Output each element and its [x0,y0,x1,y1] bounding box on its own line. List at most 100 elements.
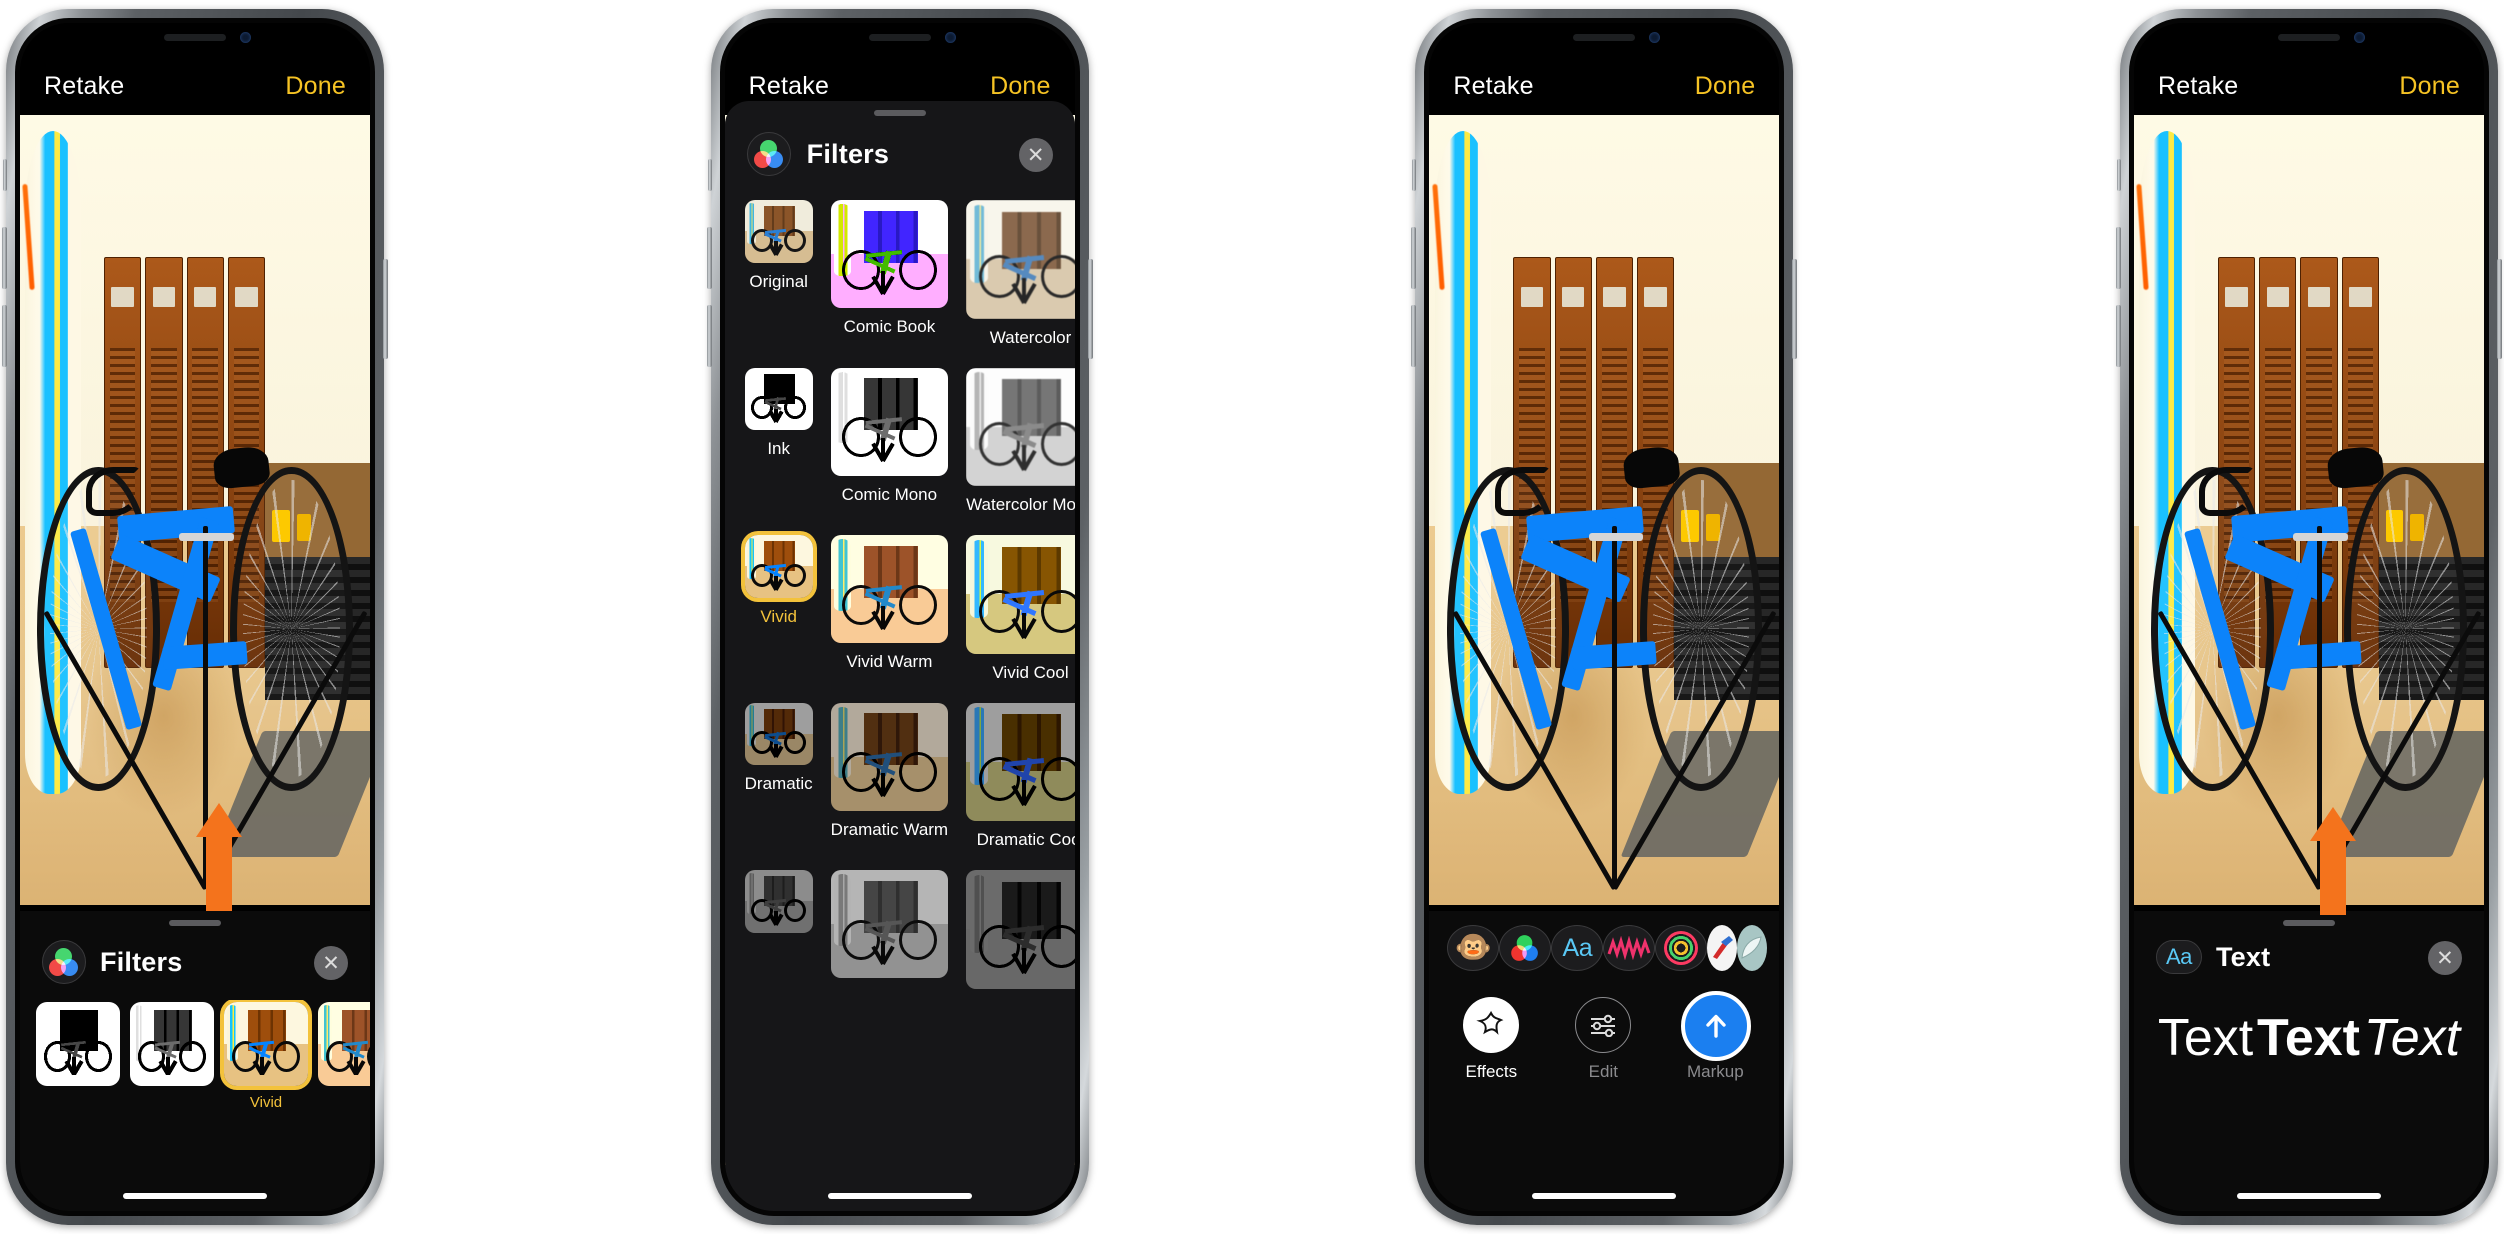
volume-up-button[interactable] [2,227,7,289]
retake-button[interactable]: Retake [2158,72,2238,101]
silent-switch[interactable] [2116,159,2121,191]
text-aa-icon[interactable]: Aa [2155,940,2202,974]
power-button[interactable] [1087,259,1093,359]
filters-rgb-icon[interactable] [1499,925,1552,971]
memoji-icon[interactable]: 🐵 [1447,925,1500,971]
home-indicator[interactable] [123,1193,267,1199]
retake-button[interactable]: Retake [44,72,124,101]
power-button[interactable] [383,259,388,359]
home-indicator[interactable] [827,1193,972,1199]
close-icon[interactable]: ✕ [314,946,348,980]
text-style-samples[interactable]: Text Text Text [2134,990,2484,1108]
filter-cell-dramatic-cool[interactable]: Dramatic Cool [966,702,1075,867]
filter-label: Vivid Cool [992,662,1069,682]
volume-down-button[interactable] [2115,305,2121,367]
text-sample-bold[interactable]: Text [2257,1008,2360,1068]
feather-icon[interactable] [1737,925,1768,971]
filter-label: Dramatic [744,774,813,794]
sliders-icon [1575,997,1632,1053]
power-button[interactable] [1792,259,1798,359]
power-button[interactable] [2496,259,2502,359]
filter-cell-vivid-cool[interactable]: Vivid Cool [966,535,1075,699]
filters-modal: Filters ✕ Original Comic Book Watercolor… [724,101,1075,1211]
filter-label: Vivid Warm [846,652,933,672]
retake-button[interactable]: Retake [1453,72,1533,101]
phone-2: Retake Done Filters ✕ Original Comic Boo… [706,9,1093,1225]
done-button[interactable]: Done [285,72,346,101]
volume-up-button[interactable] [1411,227,1417,289]
volume-down-button[interactable] [2,305,7,367]
phone-3: Retake Done 🐵 Aa Effects Edit Markup [1411,9,1798,1225]
photo-preview[interactable] [2133,115,2484,905]
filter-cell-original[interactable]: Original [744,200,813,364]
filter-cell-vivid[interactable]: Vivid [744,535,813,699]
filter-label: Vivid [760,606,797,626]
filter-strip-item[interactable] [36,1002,120,1111]
filter-strip[interactable]: Vivid [20,1000,370,1111]
filter-strip-item[interactable] [130,1002,214,1111]
phone-1-screen: Retake Done Filters ✕ Vivid [20,23,370,1211]
photo-preview[interactable] [1429,115,1780,905]
filter-cell-silvertone[interactable] [830,870,949,1014]
text-sample-regular[interactable]: Text [2158,1008,2253,1068]
filter-label: Comic Mono [841,484,938,504]
silent-switch[interactable] [1412,159,1417,191]
filter-label: Ink [767,439,790,459]
silent-switch[interactable] [3,159,7,191]
filter-cell-watercolor-mono[interactable]: Watercolor Mono [966,367,1075,532]
done-button[interactable]: Done [990,72,1051,101]
edit-label: Edit [1588,1062,1618,1081]
front-camera [240,32,251,43]
retake-button[interactable]: Retake [749,72,829,101]
phone-3-screen: Retake Done 🐵 Aa Effects Edit Markup [1429,23,1780,1211]
photo-preview[interactable] [20,115,370,905]
text-aa-icon[interactable]: Aa [1551,925,1604,971]
pointer-arrow-up-icon [2309,807,2356,915]
activity-rings-icon[interactable] [1655,925,1708,971]
filter-strip-item[interactable] [318,1002,370,1111]
filters-grid-scroll[interactable]: Original Comic Book Watercolor Ink Comic… [725,194,1075,1194]
effects-label: Effects [1465,1062,1518,1081]
filters-rgb-icon[interactable] [746,132,791,176]
filter-label: Comic Book [843,317,936,337]
screenshot-stage: Retake Done Filters ✕ Vivid Retake Done … [0,0,2504,1234]
front-camera [2353,32,2365,43]
phone-4: Retake Done Aa Text ✕ Text Text Text [2115,9,2502,1225]
filter-cell-comic-book[interactable]: Comic Book [830,200,949,364]
home-indicator[interactable] [1532,1193,1677,1199]
effects-tool[interactable]: Effects [1455,997,1527,1082]
filter-strip-item-vivid[interactable]: Vivid [224,1002,308,1111]
shapes-squiggle-icon[interactable] [1603,925,1656,971]
filter-cell-dramatic[interactable]: Dramatic [744,702,813,867]
filter-cell-vivid-warm[interactable]: Vivid Warm [830,535,949,699]
filters-rgb-icon[interactable] [42,940,86,984]
text-sample-italic[interactable]: Text [2364,1008,2460,1068]
notch [1520,23,1689,52]
send-arrow-up-icon[interactable] [1681,991,1752,1061]
close-icon[interactable]: ✕ [2427,941,2462,975]
volume-down-button[interactable] [706,305,712,367]
filter-cell-comic-mono[interactable]: Comic Mono [830,367,949,532]
volume-up-button[interactable] [2115,227,2121,289]
pointer-arrow-up-icon [196,803,242,911]
edit-tool[interactable]: Edit [1567,997,1639,1082]
filter-cell-ink[interactable]: Ink [744,367,813,532]
app-strip[interactable]: 🐵 Aa [1429,911,1779,979]
filter-cell-dramatic-warm[interactable]: Dramatic Warm [830,702,949,867]
done-button[interactable]: Done [1695,72,1756,101]
filter-cell-mono[interactable] [744,870,813,1014]
text-aa-label: Aa [2166,944,2192,969]
markup-label: Markup [1686,1062,1744,1081]
volume-up-button[interactable] [706,227,712,289]
volume-down-button[interactable] [1411,305,1417,367]
paintbrush-icon[interactable] [1707,925,1738,971]
done-button[interactable]: Done [2399,72,2460,101]
earpiece-speaker [1573,34,1636,41]
filter-cell-noir[interactable] [966,870,1075,1014]
filter-cell-watercolor[interactable]: Watercolor [966,200,1075,364]
silent-switch[interactable] [707,159,712,191]
panel-title: Text [2215,941,2271,972]
close-icon[interactable]: ✕ [1018,138,1053,172]
earpiece-speaker [2277,34,2340,41]
home-indicator[interactable] [2236,1193,2381,1199]
